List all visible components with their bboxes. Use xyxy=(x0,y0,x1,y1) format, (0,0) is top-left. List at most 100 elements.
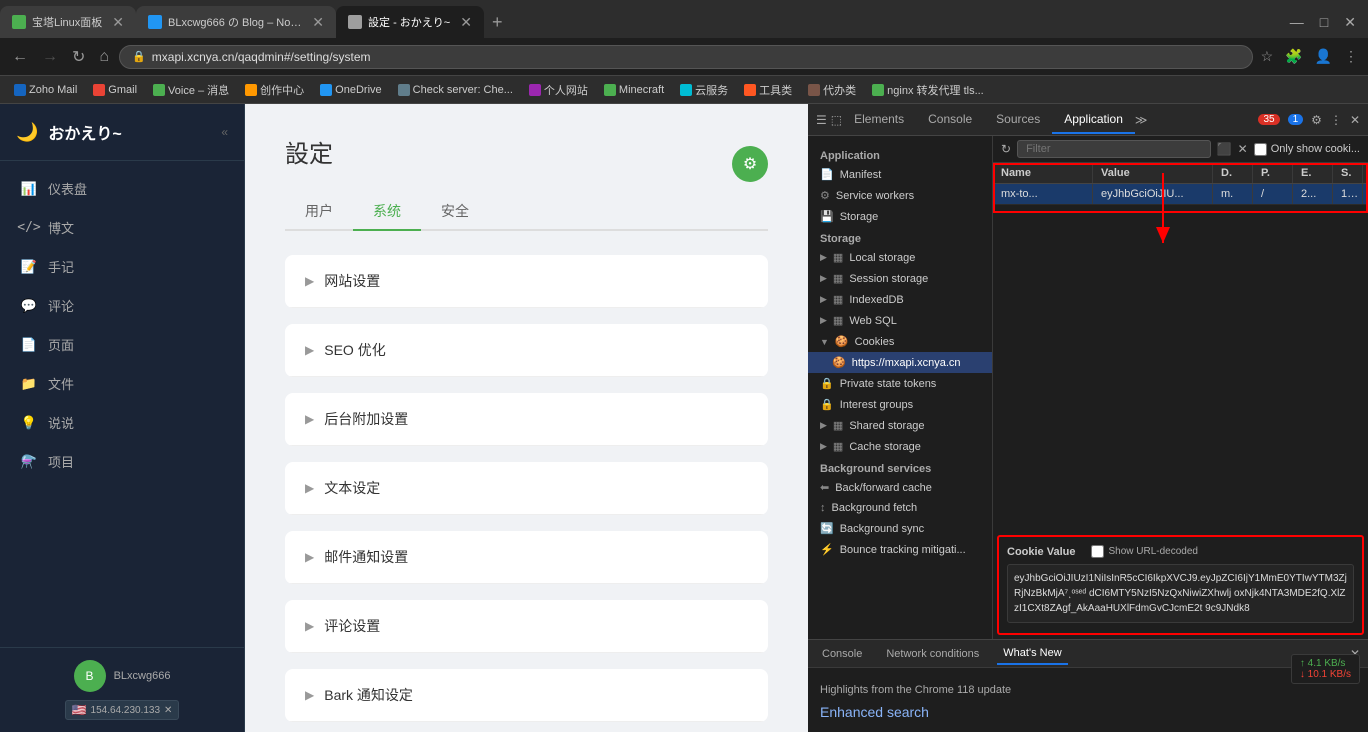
section-email-header[interactable]: ▶ 邮件通知设置 xyxy=(285,531,768,584)
filter-clear-icon[interactable]: ⬛ xyxy=(1217,142,1232,156)
bottom-tab-console[interactable]: Console xyxy=(816,644,868,664)
address-bar[interactable]: 🔒 mxapi.xcnya.cn/qaqdmin#/setting/system xyxy=(119,45,1252,69)
only-show-label[interactable]: Only show cooki... xyxy=(1254,143,1360,156)
storage-icon: 💾 xyxy=(820,210,834,223)
sidebar-item-notes-label: 手记 xyxy=(48,257,74,276)
bookmark-onedrive[interactable]: OneDrive xyxy=(314,82,387,98)
maximize-button[interactable]: □ xyxy=(1320,14,1328,30)
bookmark-minecraft[interactable]: Minecraft xyxy=(598,82,670,98)
refresh-icon[interactable]: ↻ xyxy=(1001,142,1011,156)
sidebar-item-posts[interactable]: 💡 说说 xyxy=(0,403,244,442)
tab-3[interactable]: 設定 - おかえり~ ✕ xyxy=(336,6,484,38)
tab-1-close[interactable]: ✕ xyxy=(112,14,124,31)
dt-item-storage[interactable]: 💾 Storage xyxy=(808,206,992,227)
sidebar-item-notes[interactable]: 📝 手记 xyxy=(0,247,244,286)
section-text-header[interactable]: ▶ 文本设定 xyxy=(285,462,768,515)
sidebar-item-files[interactable]: 📁 文件 xyxy=(0,364,244,403)
sidebar-item-comments[interactable]: 💬 评论 xyxy=(0,286,244,325)
bottom-tab-network[interactable]: Network conditions xyxy=(880,644,985,664)
section-text-title: 文本设定 xyxy=(324,478,380,498)
bottom-tab-whatsnew[interactable]: What's New xyxy=(997,643,1067,665)
settings-icon-btn[interactable]: ⚙ xyxy=(732,146,768,182)
dt-item-local-storage[interactable]: ▦ Local storage xyxy=(808,247,992,268)
devtools-tab-console[interactable]: Console xyxy=(916,106,984,134)
bookmark-voice[interactable]: Voice – 消息 xyxy=(147,80,235,100)
show-url-decoded-checkbox[interactable] xyxy=(1091,545,1104,558)
bookmark-gmail[interactable]: Gmail xyxy=(87,82,143,98)
devtools-more-tabs-icon[interactable]: ≫ xyxy=(1135,113,1148,127)
menu-icon[interactable]: ⋮ xyxy=(1342,46,1360,67)
sidebar-item-pages[interactable]: 📄 页面 xyxy=(0,325,244,364)
tab-3-close[interactable]: ✕ xyxy=(460,14,472,31)
close-button[interactable]: ✕ xyxy=(1344,14,1356,31)
devtools-close-icon[interactable]: ✕ xyxy=(1350,113,1360,127)
devtools-settings-icon[interactable]: ☰ xyxy=(816,113,827,127)
devtools-tab-application[interactable]: Application xyxy=(1052,106,1135,134)
dt-item-cookies[interactable]: 🍪 Cookies xyxy=(808,331,992,352)
devtools-tab-sources[interactable]: Sources xyxy=(984,106,1052,134)
dt-item-websql[interactable]: ▦ Web SQL xyxy=(808,310,992,331)
table-row[interactable]: mx-to... eyJhbGciOiJIU... m. / 2... 1...… xyxy=(993,184,1368,205)
dt-item-interest-groups[interactable]: 🔒 Interest groups xyxy=(808,394,992,415)
section-backend-header[interactable]: ▶ 后台附加设置 xyxy=(285,393,768,446)
dt-item-back-forward[interactable]: ⬅ Back/forward cache xyxy=(808,477,992,498)
dt-item-private-state[interactable]: 🔒 Private state tokens xyxy=(808,373,992,394)
dt-item-bounce[interactable]: ⚡ Bounce tracking mitigati... xyxy=(808,539,992,560)
dt-item-session-storage[interactable]: ▦ Session storage xyxy=(808,268,992,289)
only-show-checkbox[interactable] xyxy=(1254,143,1267,156)
bookmark-nginx[interactable]: nginx 转发代理 tls... xyxy=(866,80,990,100)
bookmark-checkserver[interactable]: Check server: Che... xyxy=(392,82,519,98)
section-website-title: 网站设置 xyxy=(324,271,380,291)
dt-item-cache-storage[interactable]: ▦ Cache storage xyxy=(808,436,992,457)
devtools-gear-icon[interactable]: ⚙ xyxy=(1311,113,1322,127)
sidebar-item-projects[interactable]: ⚗️ 项目 xyxy=(0,442,244,481)
ip-close-icon[interactable]: ✕ xyxy=(164,705,172,716)
forward-button[interactable]: → xyxy=(38,46,62,68)
dt-item-manifest[interactable]: 📄 Manifest xyxy=(808,164,992,185)
bookmark-agency[interactable]: 代办类 xyxy=(802,80,862,100)
sidebar-item-dashboard[interactable]: 📊 仪表盘 xyxy=(0,169,244,208)
back-button[interactable]: ← xyxy=(8,46,32,68)
tab-2-close[interactable]: ✕ xyxy=(312,14,324,31)
minimize-button[interactable]: — xyxy=(1290,14,1304,30)
section-backend: ▶ 后台附加设置 xyxy=(285,393,768,446)
home-button[interactable]: ⌂ xyxy=(95,46,113,68)
devtools-body: Application 📄 Manifest ⚙ Service workers… xyxy=(808,136,1368,639)
section-seo-header[interactable]: ▶ SEO 优化 xyxy=(285,324,768,377)
page-tab-system[interactable]: 系统 xyxy=(353,193,421,231)
tab-1[interactable]: 宝塔Linux面板 ✕ xyxy=(0,6,136,38)
tab-2[interactable]: BLxcwg666 の Blog – No one ... ✕ xyxy=(136,6,336,38)
bookmark-create[interactable]: 创作中心 xyxy=(239,80,310,100)
devtools-inspect-icon[interactable]: ⬚ xyxy=(831,113,842,127)
bookmark-personal[interactable]: 个人网站 xyxy=(523,80,594,100)
page-tab-users[interactable]: 用户 xyxy=(285,193,353,231)
section-comments-header[interactable]: ▶ 评论设置 xyxy=(285,600,768,653)
dt-item-indexeddb[interactable]: ▦ IndexedDB xyxy=(808,289,992,310)
bookmark-icon[interactable]: ☆ xyxy=(1259,46,1276,67)
sidebar-collapse-icon[interactable]: « xyxy=(221,125,228,139)
dt-item-service-workers[interactable]: ⚙ Service workers xyxy=(808,185,992,206)
profile-icon[interactable]: 👤 xyxy=(1313,46,1334,67)
devtools-vertical-dots[interactable]: ⋮ xyxy=(1330,113,1342,127)
speed-badge: ↑ 4.1 KB/s ↓ 10.1 KB/s xyxy=(1291,654,1360,684)
devtools-tab-elements[interactable]: Elements xyxy=(842,106,916,134)
new-tab-button[interactable]: + xyxy=(484,12,511,33)
dt-item-bg-fetch[interactable]: ↕ Background fetch xyxy=(808,498,992,518)
sidebar-item-blog[interactable]: </> 博文 xyxy=(0,208,244,247)
show-url-decoded-label[interactable]: Show URL-decoded xyxy=(1091,545,1198,558)
section-bark-header[interactable]: ▶ Bark 通知设定 xyxy=(285,669,768,722)
bookmark-tools[interactable]: 工具类 xyxy=(738,80,798,100)
section-website-header[interactable]: ▶ 网站设置 xyxy=(285,255,768,308)
sidebar-item-dashboard-label: 仪表盘 xyxy=(48,179,87,198)
reload-button[interactable]: ↻ xyxy=(68,45,89,69)
dt-item-shared-storage[interactable]: ▦ Shared storage xyxy=(808,415,992,436)
filter-x-icon[interactable]: ✕ xyxy=(1238,142,1248,156)
dt-item-cookies-url[interactable]: 🍪 https://mxapi.xcnya.cn xyxy=(808,352,992,373)
page-tab-security[interactable]: 安全 xyxy=(421,193,489,231)
filter-input[interactable] xyxy=(1017,140,1211,158)
bookmark-cloud[interactable]: 云服务 xyxy=(674,80,734,100)
bookmark-zohom ail[interactable]: Zoho Mail xyxy=(8,82,83,98)
extension-icon[interactable]: 🧩 xyxy=(1283,46,1304,67)
user-avatar: B xyxy=(74,660,106,692)
dt-item-bg-sync[interactable]: 🔄 Background sync xyxy=(808,518,992,539)
